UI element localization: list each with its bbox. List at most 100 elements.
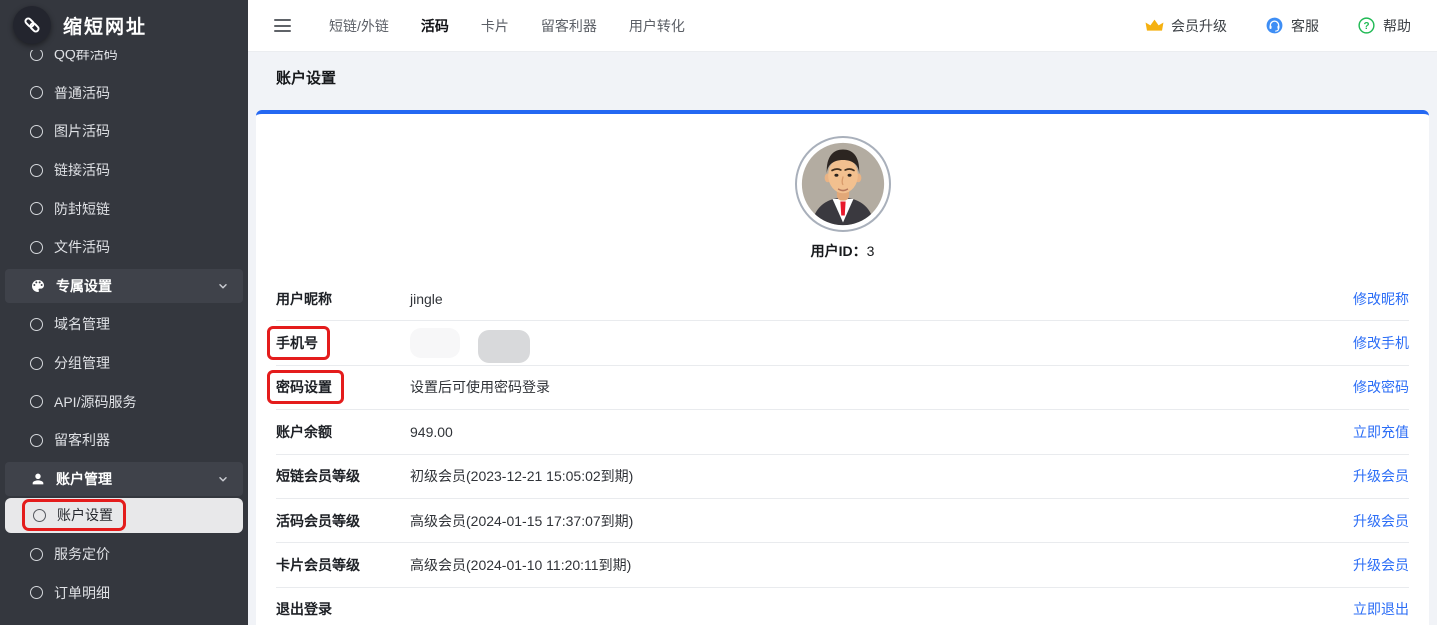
row-label: 密码设置 xyxy=(276,377,410,397)
sidebar-item[interactable]: 账户管理 xyxy=(5,462,243,496)
sidebar-item-label: 留客利器 xyxy=(54,430,110,450)
sidebar-item-label: 账户管理 xyxy=(56,469,112,489)
chevron-down-icon xyxy=(217,473,229,485)
circle-icon xyxy=(30,125,43,138)
profile-section: 用户ID：3 xyxy=(276,114,1409,261)
header-action[interactable]: 客服 xyxy=(1265,16,1319,36)
sidebar-item-label: 图片活码 xyxy=(54,121,110,141)
sidebar-menu: QQ群活码普通活码图片活码链接活码防封短链文件活码专属设置域名管理分组管理API… xyxy=(0,35,248,612)
sidebar-item[interactable]: 分组管理 xyxy=(0,344,248,383)
row-label: 退出登录 xyxy=(276,599,410,619)
settings-row: 用户昵称jingle修改昵称 xyxy=(276,277,1409,321)
sidebar-item[interactable]: 服务定价 xyxy=(0,535,248,574)
circle-icon xyxy=(30,241,43,254)
sidebar-item[interactable]: 留客利器 xyxy=(0,421,248,460)
row-value: 初级会员(2023-12-21 15:05:02到期) xyxy=(410,466,1353,486)
tab[interactable]: 卡片 xyxy=(481,16,509,36)
tab[interactable]: 短链/外链 xyxy=(329,16,389,36)
settings-row: 退出登录 立即退出 xyxy=(276,588,1409,625)
settings-rows: 用户昵称jingle修改昵称手机号 修改手机密码设置设置后可使用密码登录修改密码账… xyxy=(276,277,1409,625)
circle-icon xyxy=(33,509,46,522)
sidebar-item-label: 服务定价 xyxy=(54,544,110,564)
sidebar-item-label: 分组管理 xyxy=(54,353,110,373)
row-action-link[interactable]: 升级会员 xyxy=(1353,511,1409,531)
main-content: 账户设置 xyxy=(248,52,1437,625)
header-action-label: 帮助 xyxy=(1383,16,1411,36)
avatar[interactable] xyxy=(795,136,891,232)
chevron-down-icon xyxy=(217,280,229,292)
user-icon xyxy=(30,471,46,487)
row-action-link[interactable]: 立即充值 xyxy=(1353,422,1409,442)
circle-icon xyxy=(30,318,43,331)
settings-row: 活码会员等级高级会员(2024-01-15 17:37:07到期)升级会员 xyxy=(276,499,1409,543)
circle-icon xyxy=(30,202,43,215)
logo[interactable]: 缩短网址 xyxy=(0,0,248,50)
page-title: 账户设置 xyxy=(276,67,336,88)
sidebar-item[interactable]: 订单明细 xyxy=(0,573,248,612)
sidebar-item[interactable]: 文件活码 xyxy=(0,228,248,267)
sidebar-item[interactable]: 链接活码 xyxy=(0,151,248,190)
settings-row: 卡片会员等级高级会员(2024-01-10 11:20:11到期)升级会员 xyxy=(276,543,1409,587)
tab[interactable]: 活码 xyxy=(421,16,449,36)
sidebar-item-label: 链接活码 xyxy=(54,160,110,180)
row-action-link[interactable]: 升级会员 xyxy=(1353,466,1409,486)
svg-text:?: ? xyxy=(1363,21,1369,32)
row-label: 账户余额 xyxy=(276,422,410,442)
sidebar-item-label: 账户设置 xyxy=(57,505,113,525)
crown-icon xyxy=(1145,16,1164,35)
redacted-phone-blob xyxy=(410,328,460,358)
row-label: 短链会员等级 xyxy=(276,466,410,486)
nav-tabs: 短链/外链 活码 卡片 留客利器 用户转化 xyxy=(329,16,685,36)
header-action[interactable]: 会员升级 xyxy=(1145,16,1227,36)
account-settings-card: 用户ID：3 用户昵称jingle修改昵称手机号 修改手机密码设置设置后可使用密码… xyxy=(256,110,1429,625)
circle-icon xyxy=(30,357,43,370)
sidebar-item[interactable]: 专属设置 xyxy=(5,269,243,303)
sidebar-item-label: 订单明细 xyxy=(54,583,110,603)
settings-row: 手机号 修改手机 xyxy=(276,321,1409,365)
sidebar-item[interactable]: 防封短链 xyxy=(0,189,248,228)
sidebar-item[interactable]: API/源码服务 xyxy=(0,382,248,421)
circle-icon xyxy=(30,86,43,99)
user-id: 用户ID：3 xyxy=(811,241,875,261)
header-action-label: 会员升级 xyxy=(1171,16,1227,36)
row-label: 用户昵称 xyxy=(276,289,410,309)
palette-icon xyxy=(30,278,46,294)
sidebar-item-label: 防封短链 xyxy=(54,199,110,219)
sidebar-item[interactable]: 域名管理 xyxy=(0,305,248,344)
row-label: 手机号 xyxy=(276,333,410,353)
sidebar-item[interactable]: 普通活码 xyxy=(0,74,248,113)
tab[interactable]: 用户转化 xyxy=(629,16,685,36)
top-header: 短链/外链 活码 卡片 留客利器 用户转化 会员升级 客服? 帮助 xyxy=(248,0,1437,52)
row-action-link[interactable]: 升级会员 xyxy=(1353,555,1409,575)
row-value: 高级会员(2024-01-15 17:37:07到期) xyxy=(410,511,1353,531)
settings-row: 账户余额949.00立即充值 xyxy=(276,410,1409,454)
settings-row: 短链会员等级初级会员(2023-12-21 15:05:02到期)升级会员 xyxy=(276,455,1409,499)
help-icon: ? xyxy=(1357,16,1376,35)
row-action-link[interactable]: 修改手机 xyxy=(1353,333,1409,353)
user-id-value: 3 xyxy=(867,243,875,259)
page-title-bar: 账户设置 xyxy=(248,52,1437,102)
row-value: 设置后可使用密码登录 xyxy=(410,377,1353,397)
tab[interactable]: 留客利器 xyxy=(541,16,597,36)
link-icon xyxy=(13,6,51,44)
header-action[interactable]: ? 帮助 xyxy=(1357,16,1411,36)
circle-icon xyxy=(30,548,43,561)
header-action-label: 客服 xyxy=(1291,16,1319,36)
row-action-link[interactable]: 立即退出 xyxy=(1353,599,1409,619)
hamburger-menu-icon[interactable] xyxy=(274,19,291,32)
row-action-link[interactable]: 修改密码 xyxy=(1353,377,1409,397)
circle-icon xyxy=(30,395,43,408)
sidebar-item[interactable]: 图片活码 xyxy=(0,112,248,151)
sidebar-item-label: API/源码服务 xyxy=(54,392,136,412)
sidebar-item-label: 普通活码 xyxy=(54,83,110,103)
circle-icon xyxy=(30,586,43,599)
row-action-link[interactable]: 修改昵称 xyxy=(1353,289,1409,309)
redacted-phone-blob xyxy=(478,330,530,363)
user-id-label: 用户ID： xyxy=(811,243,867,259)
row-label: 活码会员等级 xyxy=(276,511,410,531)
circle-icon xyxy=(30,434,43,447)
app-title: 缩短网址 xyxy=(63,12,147,39)
headset-icon xyxy=(1265,16,1284,35)
sidebar-item[interactable]: 账户设置 xyxy=(5,498,243,533)
sidebar-item-label: 专属设置 xyxy=(56,276,112,296)
